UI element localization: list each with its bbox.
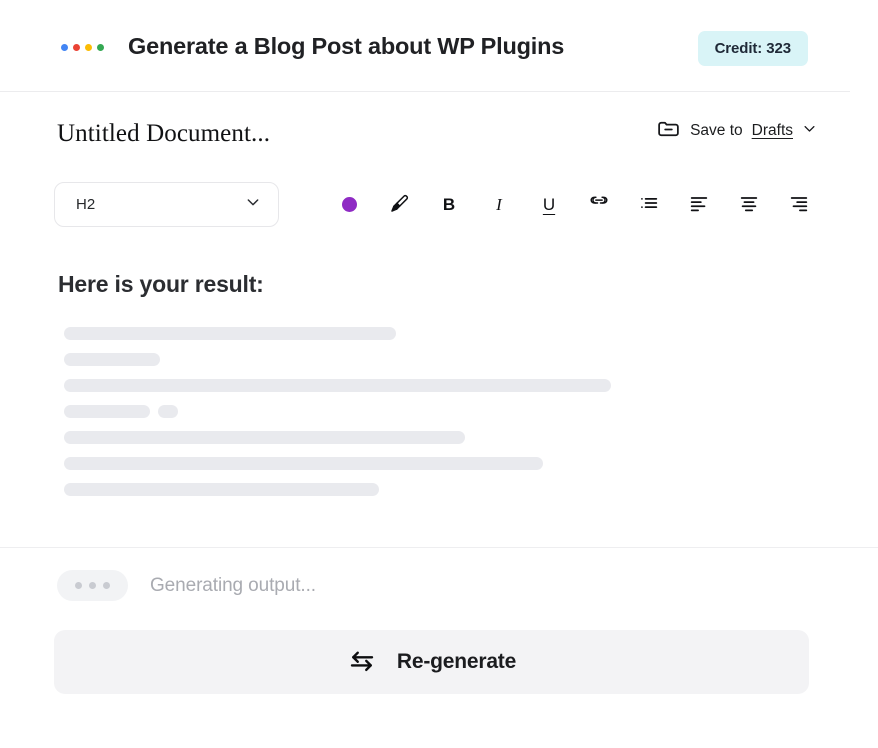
link-button[interactable]	[574, 182, 624, 227]
skeleton-bar	[64, 353, 160, 366]
skeleton-row	[64, 457, 824, 470]
align-center-button[interactable]	[724, 182, 774, 227]
credit-badge: Credit: 323	[698, 31, 808, 66]
underline-button[interactable]: U	[524, 182, 574, 227]
status-text: Generating output...	[150, 575, 316, 597]
typing-dots-indicator	[57, 570, 128, 601]
chevron-down-icon	[245, 194, 261, 215]
skeleton-bar	[64, 327, 396, 340]
skeleton-row	[64, 483, 824, 496]
link-icon	[588, 192, 610, 217]
align-left-icon	[688, 192, 710, 217]
result-heading: Here is your result:	[58, 271, 264, 298]
highlighter-button[interactable]	[374, 182, 424, 227]
italic-button[interactable]: I	[474, 182, 524, 227]
app-logo	[61, 44, 104, 51]
logo-dot-blue	[61, 44, 68, 51]
chevron-down-icon[interactable]	[802, 121, 817, 141]
app-header: Generate a Blog Post about WP Plugins Cr…	[0, 0, 878, 91]
skeleton-bar	[64, 483, 379, 496]
color-swatch-icon	[342, 197, 357, 212]
skeleton-row	[64, 405, 824, 418]
document-title[interactable]: Untitled Document...	[57, 120, 270, 148]
skeleton-bar	[64, 405, 150, 418]
bulleted-list-icon	[638, 192, 660, 217]
save-to-target[interactable]: Drafts	[752, 122, 793, 140]
typing-dot-1	[75, 582, 82, 589]
align-left-button[interactable]	[674, 182, 724, 227]
logo-dot-red	[73, 44, 80, 51]
result-skeleton-placeholder	[64, 327, 824, 509]
save-to-control[interactable]: Save to Drafts	[656, 116, 817, 146]
folder-minus-icon	[656, 116, 681, 146]
skeleton-bar	[64, 431, 465, 444]
regenerate-button[interactable]: Re-generate	[54, 630, 809, 694]
skeleton-row	[64, 327, 824, 340]
skeleton-row	[64, 431, 824, 444]
regenerate-label: Re-generate	[397, 650, 516, 674]
text-color-button[interactable]	[324, 182, 374, 227]
bold-button[interactable]: B	[424, 182, 474, 227]
bottom-divider	[0, 547, 878, 548]
formatting-toolbar: B I U	[324, 182, 824, 227]
bulleted-list-button[interactable]	[624, 182, 674, 227]
italic-icon: I	[496, 196, 502, 213]
logo-dot-green	[97, 44, 104, 51]
format-select[interactable]: H2	[54, 182, 279, 227]
typing-dot-3	[103, 582, 110, 589]
skeleton-row	[64, 353, 824, 366]
header-divider	[0, 91, 850, 92]
save-to-label: Save to	[690, 122, 743, 140]
typing-dot-2	[89, 582, 96, 589]
underline-icon: U	[543, 196, 555, 213]
generation-status-row: Generating output...	[57, 570, 316, 601]
highlighter-pen-icon	[389, 193, 410, 217]
logo-dot-yellow	[85, 44, 92, 51]
align-center-icon	[738, 192, 760, 217]
skeleton-bar	[64, 457, 543, 470]
app-window: Generate a Blog Post about WP Plugins Cr…	[0, 0, 878, 748]
skeleton-row	[64, 379, 824, 392]
bold-icon: B	[443, 196, 455, 213]
page-title: Generate a Blog Post about WP Plugins	[128, 33, 564, 60]
align-right-icon	[788, 192, 810, 217]
swap-arrows-icon	[347, 646, 377, 679]
skeleton-bar	[64, 379, 611, 392]
format-select-value: H2	[76, 196, 95, 213]
align-right-button[interactable]	[774, 182, 824, 227]
skeleton-bar	[158, 405, 178, 418]
